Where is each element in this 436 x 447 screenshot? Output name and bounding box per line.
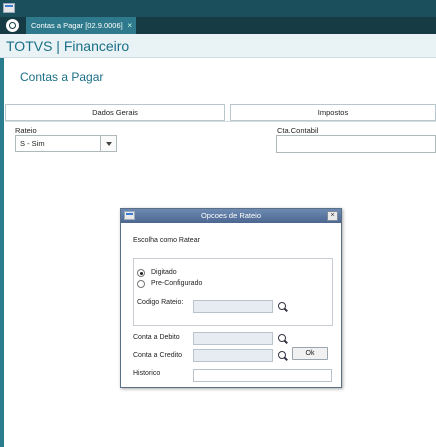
opcoes-de-rateio-dialog: Opcoes de Rateio × Escolha como Ratear D… [120, 208, 342, 388]
historico-field[interactable] [193, 369, 332, 382]
app-tabbar: Contas a Pagar [02.9.0006] × [0, 17, 436, 34]
tab-impostos[interactable]: Impostos [230, 104, 436, 121]
tab-dados-gerais[interactable]: Dados Gerais [5, 104, 225, 121]
dialog-title: Opcoes de Rateio [200, 211, 262, 220]
codigo-rateio-label: Codigo Rateio: [137, 299, 184, 306]
chevron-down-icon[interactable] [100, 136, 116, 151]
radio-digitado-label: Digitado [151, 269, 177, 276]
radio-pre-configurado[interactable] [137, 280, 145, 288]
brand-title: TOTVS | Financeiro [6, 38, 130, 54]
app-window-icon [3, 3, 15, 13]
radio-digitado[interactable] [137, 269, 145, 277]
rateio-value: S - Sim [20, 139, 45, 148]
codigo-rateio-field[interactable] [193, 300, 273, 313]
rateio-label: Rateio [15, 126, 37, 135]
window-titlebar [0, 0, 436, 17]
home-icon[interactable] [6, 19, 19, 32]
search-icon[interactable] [278, 351, 289, 362]
conta-debito-field[interactable] [193, 332, 273, 345]
conta-credito-field[interactable] [193, 349, 273, 362]
search-icon[interactable] [278, 302, 289, 313]
conta-credito-label: Conta a Credito [133, 352, 183, 359]
app-header: TOTVS | Financeiro [0, 34, 436, 58]
tab-impostos-label: Impostos [317, 108, 349, 117]
search-icon[interactable] [278, 334, 289, 345]
radio-pre-configurado-label: Pre-Configurado [151, 280, 203, 287]
cta-contabil-field[interactable] [276, 135, 436, 153]
page-title: Contas a Pagar [20, 70, 104, 84]
tab-label: Contas a Pagar [02.9.0006] [31, 21, 123, 30]
dialog-titlebar: Opcoes de Rateio × [121, 209, 341, 223]
close-icon[interactable]: × [327, 211, 338, 221]
cta-contabil-label: Cta.Contabil [277, 126, 319, 135]
divider [5, 121, 436, 122]
dialog-prompt: Escolha como Ratear [133, 237, 200, 244]
conta-debito-label: Conta a Debito [133, 334, 180, 341]
historico-label: Historico [133, 370, 161, 377]
rateio-select[interactable]: S - Sim [15, 135, 117, 152]
tab-contas-a-pagar[interactable]: Contas a Pagar [02.9.0006] × [26, 17, 136, 34]
tab-dados-gerais-label: Dados Gerais [92, 108, 138, 117]
ok-button[interactable]: Ok [292, 347, 328, 360]
side-accent-bar [0, 58, 4, 447]
close-icon[interactable]: × [127, 17, 132, 34]
